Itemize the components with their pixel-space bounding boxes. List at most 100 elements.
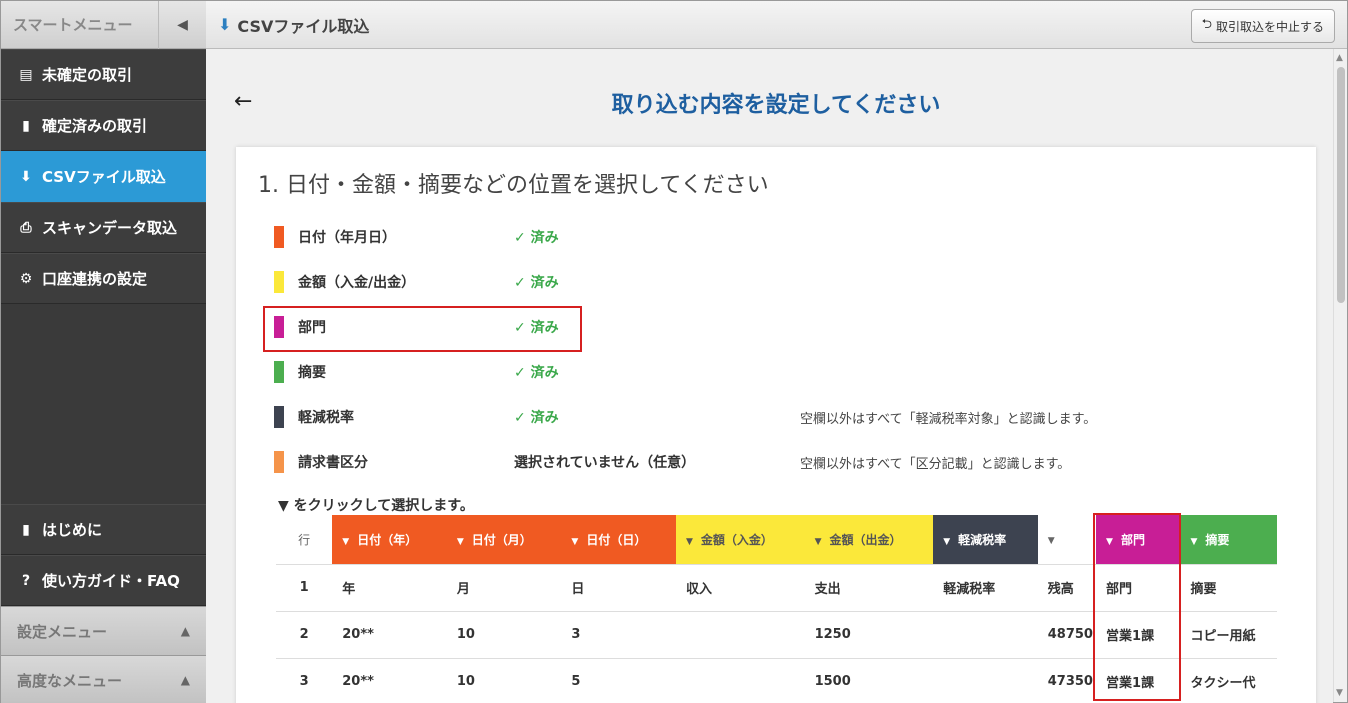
table-cell: 10 xyxy=(446,658,562,703)
column-select-dropdown[interactable]: ▼ 日付（日） xyxy=(561,515,676,565)
account-link-icon: ⚙ xyxy=(19,270,33,287)
sidebar-item-label: CSVファイル取込 xyxy=(42,168,166,186)
column-select-dropdown[interactable]: ▼ 日付（月） xyxy=(446,515,562,565)
table-cell: 48750 xyxy=(1037,611,1097,659)
column-label: 摘要 xyxy=(1205,532,1230,547)
stop-import-button[interactable]: ⮌ 取引取込を中止する xyxy=(1190,9,1335,43)
sidebar-nav: ▤ 未確定の取引 ▮ 確定済みの取引 ⬇ CSVファイル取込 ⎙ スキャンデータ取込 ⚙ 口座連携… xyxy=(1,49,206,304)
page-title: 取り込む内容を設定してください xyxy=(611,93,941,118)
field-status: 選択されていません（任意） xyxy=(514,455,696,471)
scroll-down-icon[interactable]: ▼ xyxy=(1336,688,1343,698)
smart-menu-label: スマートメニュー xyxy=(13,16,133,34)
table-cell: 3 xyxy=(561,611,676,659)
sidebar-item-getting-started[interactable]: ▮ はじめに xyxy=(1,504,206,555)
column-select-dropdown[interactable]: ▼ 金額（出金） xyxy=(804,515,934,565)
table-cell: 5 xyxy=(561,658,676,703)
dropdown-arrow-icon: ▼ xyxy=(342,536,350,547)
table-cell: 47350 xyxy=(1037,658,1097,703)
dropdown-arrow-icon: ▼ xyxy=(943,536,951,547)
getting-started-icon: ▮ xyxy=(22,521,30,538)
csv-import-icon: ⬇ xyxy=(218,15,232,34)
field-color-swatch xyxy=(274,406,284,428)
dropdown-arrow-icon: ▼ xyxy=(571,536,579,547)
stop-import-label: 取引取込を中止する xyxy=(1215,19,1324,34)
table-cell: 残高 xyxy=(1037,564,1097,612)
table-cell: 1500 xyxy=(804,658,934,703)
field-row: 請求書区分 選択されていません（任意） 空欄以外はすべて「区分記載」と認識します… xyxy=(274,451,1071,473)
dropdown-arrow-icon: ▼ xyxy=(685,536,693,547)
settings-menu[interactable]: 設定メニュー ▲ xyxy=(1,606,206,655)
field-color-swatch xyxy=(274,226,284,248)
sidebar-item-label: 使い方ガイド・FAQ xyxy=(42,572,180,590)
section-title: 1. 日付・金額・摘要などの位置を選択してください xyxy=(258,173,769,198)
vertical-scrollbar[interactable]: ▲ ▼ xyxy=(1333,49,1347,702)
table-cell: 日 xyxy=(561,564,676,612)
sidebar-item-label: 口座連携の設定 xyxy=(42,270,148,288)
table-cell xyxy=(675,658,805,703)
column-select-dropdown[interactable]: ▼ 摘要 xyxy=(1180,515,1277,565)
expand-up-icon: ▲ xyxy=(180,673,190,687)
scroll-up-icon[interactable]: ▲ xyxy=(1336,53,1343,63)
field-name: 金額（入金/出金） xyxy=(298,275,416,291)
dropdown-arrow-icon: ▼ xyxy=(1047,536,1055,547)
field-color-swatch xyxy=(274,271,284,293)
sub-menu-label: 高度なメニュー xyxy=(17,671,123,690)
sidebar-bottom: ▮ はじめに? 使い方ガイド・FAQ 設定メニュー ▲ 高度なメニュー ▲ xyxy=(1,504,206,703)
table-cell: コピー用紙 xyxy=(1180,611,1277,659)
field-row: 日付（年月日） ✓ 済み xyxy=(274,226,800,248)
sidebar-item-guide-faq[interactable]: ? 使い方ガイド・FAQ xyxy=(1,555,206,606)
sidebar-item-unconfirmed[interactable]: ▤ 未確定の取引 xyxy=(1,49,206,100)
field-row: 摘要 ✓ 済み xyxy=(274,361,800,383)
field-status: ✓ 済み xyxy=(514,410,559,426)
sidebar-item-label: 確定済みの取引 xyxy=(42,117,148,135)
column-label: 金額（出金） xyxy=(829,532,902,547)
field-color-swatch xyxy=(274,451,284,473)
field-note: 空欄以外はすべて「区分記載」と認識します。 xyxy=(800,456,1071,472)
column-label: 金額（入金） xyxy=(700,532,773,547)
table-cell: 20** xyxy=(332,611,447,659)
column-label: 軽減税率 xyxy=(958,532,1007,547)
table-cell: 年 xyxy=(332,564,447,612)
field-status: ✓ 済み xyxy=(514,365,559,381)
table-cell: 収入 xyxy=(675,564,805,612)
sidebar-item-csv-import[interactable]: ⬇ CSVファイル取込 xyxy=(1,151,206,202)
row-number: 3 xyxy=(276,658,333,703)
table-cell: タクシー代 xyxy=(1180,658,1277,703)
scrollbar-thumb[interactable] xyxy=(1337,67,1345,303)
sidebar-item-scan-import[interactable]: ⎙ スキャンデータ取込 xyxy=(1,202,206,253)
unconfirmed-icon: ▤ xyxy=(19,66,33,83)
sidebar: スマートメニュー ◀ ▤ 未確定の取引 ▮ 確定済みの取引 ⬇ CSVファイル取込 ⎙ スキャ… xyxy=(1,0,206,703)
field-row: 金額（入金/出金） ✓ 済み xyxy=(274,271,800,293)
row-number: 2 xyxy=(276,611,333,659)
dropdown-arrow-icon: ▼ xyxy=(456,536,464,547)
column-label: 日付（日） xyxy=(586,532,647,547)
field-name: 日付（年月日） xyxy=(298,230,396,246)
row-header: 行 xyxy=(276,515,333,565)
advanced-menu[interactable]: 高度なメニュー ▲ xyxy=(1,655,206,703)
table-cell xyxy=(933,611,1038,659)
column-select-dropdown[interactable]: ▼ xyxy=(1037,515,1097,565)
table-cell: 支出 xyxy=(804,564,934,612)
sidebar-item-confirmed[interactable]: ▮ 確定済みの取引 xyxy=(1,100,206,151)
scan-import-icon: ⎙ xyxy=(20,219,32,236)
sidebar-item-label: スキャンデータ取込 xyxy=(42,219,178,237)
row-number: 1 xyxy=(276,564,333,612)
sidebar-item-account-link[interactable]: ⚙ 口座連携の設定 xyxy=(1,253,206,304)
collapse-sidebar-icon[interactable]: ◀ xyxy=(158,0,206,49)
field-name: 請求書区分 xyxy=(298,455,368,471)
field-name: 軽減税率 xyxy=(298,410,354,426)
column-select-dropdown[interactable]: ▼ 軽減税率 xyxy=(933,515,1038,565)
sub-menu-label: 設定メニュー xyxy=(17,622,108,641)
field-status: ✓ 済み xyxy=(514,230,559,246)
column-select-dropdown[interactable]: ▼ 日付（年） xyxy=(332,515,447,565)
select-hint: ▼ をクリックして選択します。 xyxy=(278,498,474,514)
page-header: ⬇ CSVファイル取込 ⮌ 取引取込を中止する xyxy=(206,1,1347,49)
dropdown-arrow-icon: ▼ xyxy=(814,536,822,547)
column-select-dropdown[interactable]: ▼ 金額（入金） xyxy=(675,515,805,565)
csv-import-icon: ⬇ xyxy=(20,168,32,185)
table-cell: 月 xyxy=(446,564,562,612)
table-cell: 10 xyxy=(446,611,562,659)
table-cell: 摘要 xyxy=(1180,564,1277,612)
expand-up-icon: ▲ xyxy=(180,624,190,638)
field-status: ✓ 済み xyxy=(514,275,559,291)
